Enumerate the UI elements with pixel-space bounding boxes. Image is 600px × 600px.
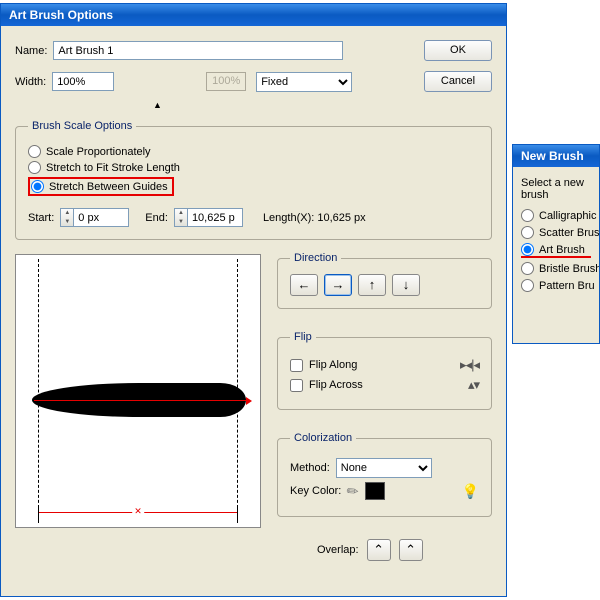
length-readout: Length(X): 10,625 px bbox=[263, 212, 366, 224]
ok-button[interactable]: OK bbox=[424, 40, 492, 61]
dialog-title: Art Brush Options bbox=[1, 4, 506, 26]
width-disabled-field: 100% bbox=[206, 72, 246, 91]
flip-across-checkbox[interactable]: Flip Across ▴▾ bbox=[290, 377, 479, 393]
direction-fieldset: Direction ← → ↑ ↓ bbox=[277, 252, 492, 309]
key-color-swatch[interactable] bbox=[365, 482, 385, 500]
calligraphic-radio[interactable]: Calligraphic bbox=[521, 209, 591, 222]
selected-option-highlight: Stretch Between Guides bbox=[28, 177, 174, 196]
new-brush-prompt: Select a new brush bbox=[521, 177, 591, 201]
direction-legend: Direction bbox=[290, 252, 341, 264]
scale-proportionately-radio[interactable]: Scale Proportionately bbox=[28, 145, 479, 158]
eyedropper-icon[interactable]: ✎ bbox=[343, 481, 363, 502]
flip-along-icon: ▸◂|◂ bbox=[460, 357, 479, 373]
overlap-option1-button[interactable]: ⌃ bbox=[367, 539, 391, 561]
start-label: Start: bbox=[28, 212, 54, 224]
end-label: End: bbox=[145, 212, 168, 224]
width-mode-select[interactable]: Fixed bbox=[256, 72, 352, 92]
overlap-option2-button[interactable]: ⌃ bbox=[399, 539, 423, 561]
bristle-brush-radio[interactable]: Bristle Brush bbox=[521, 262, 591, 275]
cancel-button[interactable]: Cancel bbox=[424, 71, 492, 92]
stretch-fit-radio[interactable]: Stretch to Fit Stroke Length bbox=[28, 161, 479, 174]
width-label: Width: bbox=[15, 76, 46, 88]
dimension-x-icon: ✕ bbox=[132, 506, 144, 517]
direction-up-button[interactable]: ↑ bbox=[358, 274, 386, 296]
width-input[interactable] bbox=[52, 72, 114, 91]
brush-preview: ✕ bbox=[15, 254, 261, 528]
stretch-guides-radio[interactable]: Stretch Between Guides bbox=[31, 180, 168, 193]
art-brush-radio[interactable]: Art Brush bbox=[521, 243, 591, 258]
direction-down-button[interactable]: ↓ bbox=[392, 274, 420, 296]
flip-across-icon: ▴▾ bbox=[468, 377, 479, 393]
method-label: Method: bbox=[290, 462, 330, 474]
method-select[interactable]: None bbox=[336, 458, 432, 478]
key-color-label: Key Color: bbox=[290, 485, 341, 497]
guide-left bbox=[38, 259, 39, 523]
direction-right-button[interactable]: → bbox=[324, 274, 352, 296]
slider-caret-icon: ▲ bbox=[153, 100, 162, 110]
name-input[interactable] bbox=[53, 41, 343, 60]
colorization-fieldset: Colorization Method: None Key Color: ✎ 💡 bbox=[277, 432, 492, 517]
scatter-brush-radio[interactable]: Scatter Brus bbox=[521, 226, 591, 239]
overlap-label: Overlap: bbox=[317, 544, 359, 556]
brush-scale-fieldset: Brush Scale Options Scale Proportionatel… bbox=[15, 120, 492, 240]
art-brush-options-dialog: Art Brush Options Name: OK Width: 100% F… bbox=[0, 3, 507, 597]
end-input[interactable]: ▲▼ bbox=[174, 208, 243, 227]
new-brush-title: New Brush bbox=[513, 145, 599, 167]
width-slider[interactable]: ▲ bbox=[75, 100, 275, 110]
name-label: Name: bbox=[15, 45, 47, 57]
flip-legend: Flip bbox=[290, 331, 316, 343]
pattern-brush-radio[interactable]: Pattern Bru bbox=[521, 279, 591, 292]
flip-fieldset: Flip Flip Along ▸◂|◂ Flip Across ▴▾ bbox=[277, 331, 492, 410]
new-brush-dialog: New Brush Select a new brush Calligraphi… bbox=[512, 144, 600, 344]
colorization-legend: Colorization bbox=[290, 432, 356, 444]
direction-left-button[interactable]: ← bbox=[290, 274, 318, 296]
tips-icon[interactable]: 💡 bbox=[462, 483, 479, 500]
brush-scale-legend: Brush Scale Options bbox=[28, 120, 136, 132]
start-input[interactable]: ▲▼ bbox=[60, 208, 129, 227]
direction-line-icon bbox=[34, 400, 248, 401]
flip-along-checkbox[interactable]: Flip Along ▸◂|◂ bbox=[290, 357, 479, 373]
